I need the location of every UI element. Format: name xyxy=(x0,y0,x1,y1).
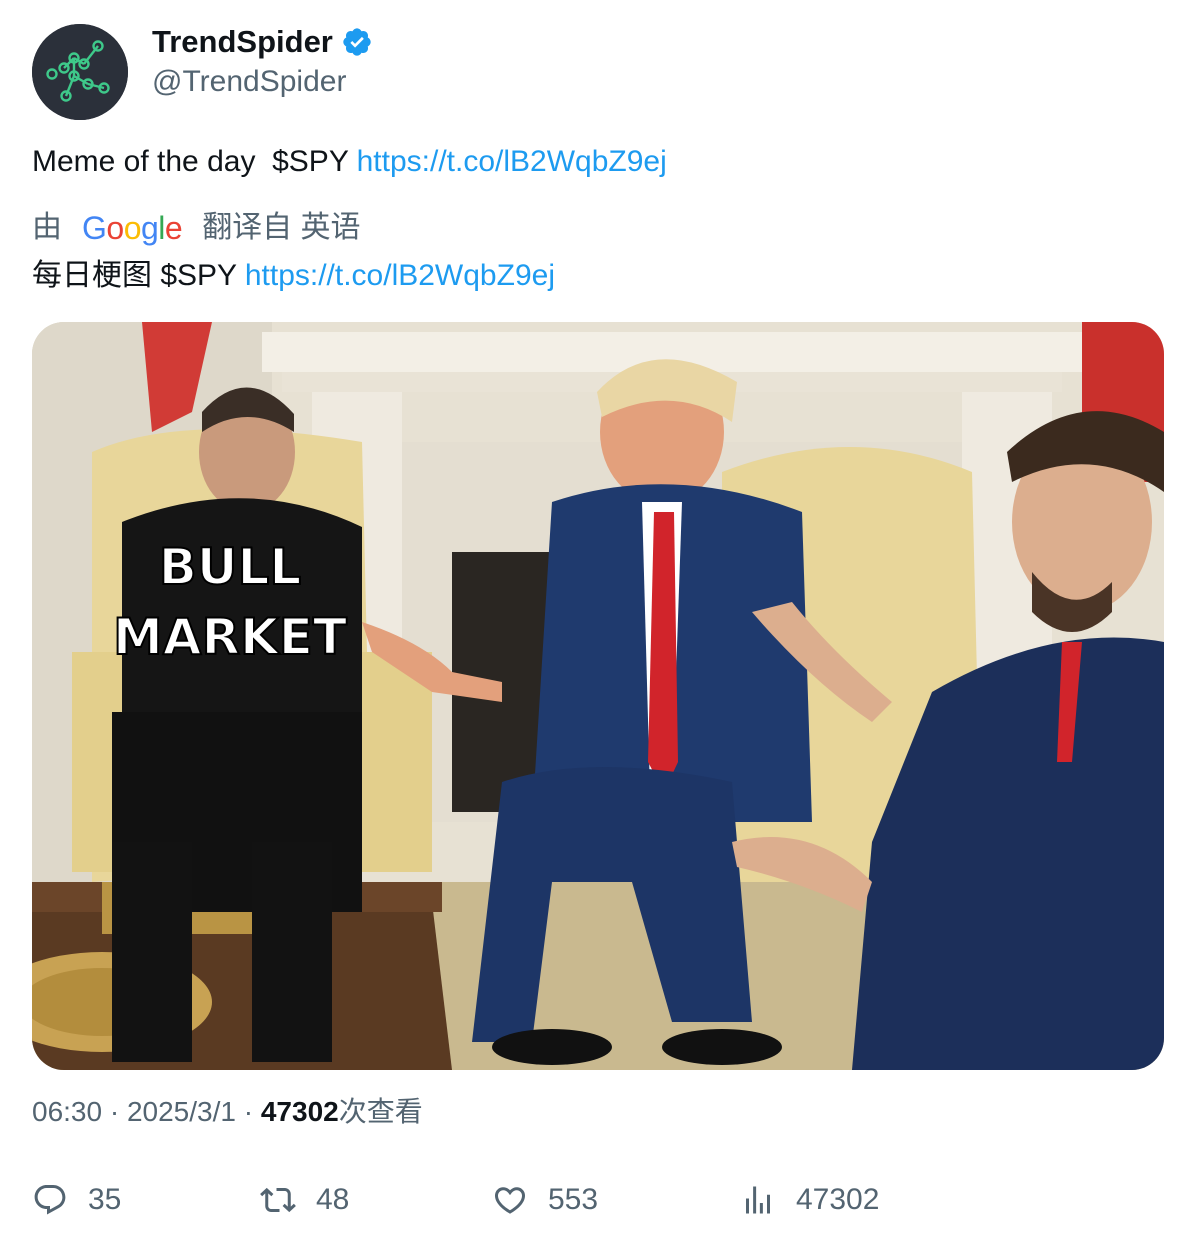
trendspider-logo-icon xyxy=(32,24,128,120)
retweet-icon xyxy=(260,1187,296,1213)
tweet-text-body: Meme of the day $SPY xyxy=(32,145,357,178)
reply-icon xyxy=(34,1185,66,1215)
heart-icon xyxy=(494,1187,526,1214)
translated-text: 每日梗图 $SPY https://t.co/lB2WqbZ9ej xyxy=(32,256,555,296)
reply-count: 35 xyxy=(88,1183,122,1216)
views-label: 次查看 xyxy=(338,1096,423,1127)
meta-separator-2: · xyxy=(235,1096,261,1127)
meme-photo: BULL MARKET xyxy=(32,322,1164,1070)
author-display-name[interactable]: TrendSpider xyxy=(152,22,333,62)
verified-badge-icon[interactable] xyxy=(341,26,373,58)
translated-text-body: 每日梗图 $SPY xyxy=(32,259,245,292)
views-chart-icon xyxy=(746,1186,770,1214)
views-button[interactable]: 47302 xyxy=(740,1178,879,1222)
like-count: 553 xyxy=(548,1183,599,1216)
tweet-link[interactable]: https://t.co/lB2WqbZ9ej xyxy=(357,145,667,178)
tweet-media-image[interactable]: BULL MARKET xyxy=(32,322,1164,1070)
retweet-count: 48 xyxy=(316,1183,350,1216)
tweet-text: Meme of the day $SPY https://t.co/lB2Wqb… xyxy=(32,142,667,182)
tweet-actions: 35 48 553 47302 xyxy=(32,1178,1164,1222)
meta-separator-1: · xyxy=(102,1096,127,1127)
translation-by-label: 由 xyxy=(32,211,62,244)
like-button[interactable]: 553 xyxy=(492,1178,598,1222)
meme-caption-line1: BULL xyxy=(159,538,301,596)
reply-button[interactable]: 35 xyxy=(32,1178,121,1222)
author-avatar[interactable] xyxy=(32,24,128,120)
translation-attribution: 由 Google 翻译自 英语 xyxy=(32,208,361,248)
tweet-meta: 06:30 · 2025/3/1 · 47302次查看 xyxy=(32,1092,423,1132)
google-logo-icon[interactable]: Google xyxy=(82,208,183,248)
translation-from-label: 翻译自 英语 xyxy=(202,211,361,244)
views-count: 47302 xyxy=(260,1096,339,1127)
tweet-time[interactable]: 06:30 xyxy=(32,1096,102,1127)
author-name-row: TrendSpider xyxy=(152,22,373,62)
retweet-button[interactable]: 48 xyxy=(260,1178,349,1222)
tweet-date[interactable]: 2025/3/1 xyxy=(127,1096,236,1127)
views-action-count: 47302 xyxy=(796,1183,880,1216)
author-handle[interactable]: @TrendSpider xyxy=(152,62,346,102)
translated-link[interactable]: https://t.co/lB2WqbZ9ej xyxy=(245,259,555,292)
tweet-card: TrendSpider @TrendSpider Meme of the day… xyxy=(0,0,1196,1246)
meme-caption-line2: MARKET xyxy=(113,608,347,666)
